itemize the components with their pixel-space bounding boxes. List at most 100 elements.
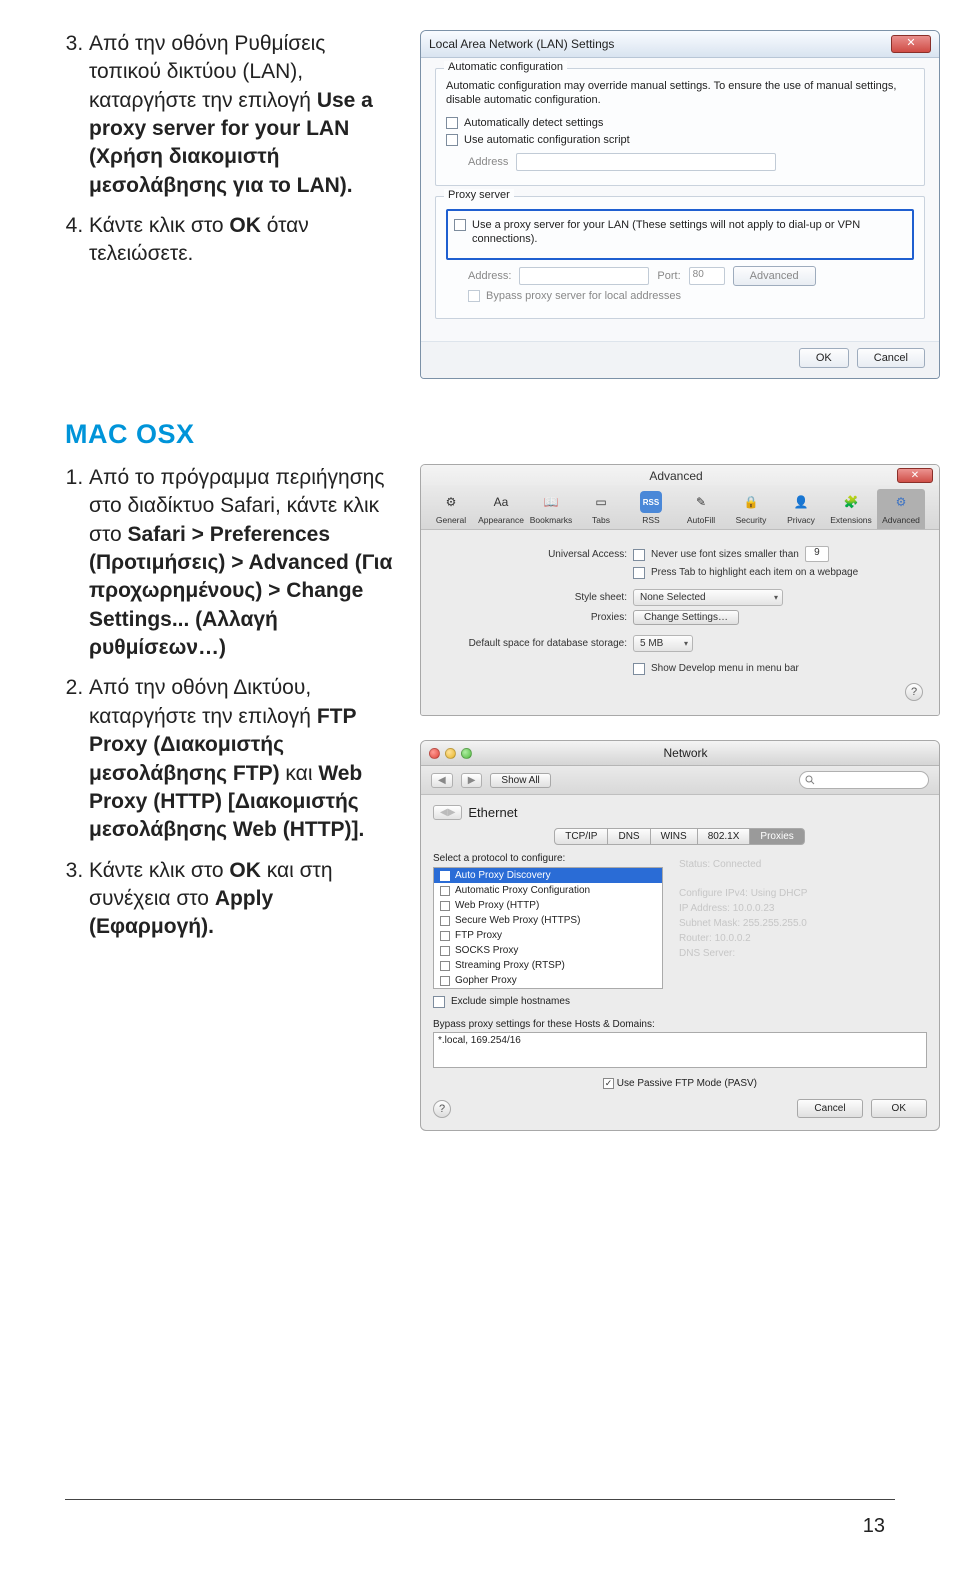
zoom-icon[interactable]: [461, 748, 472, 759]
checkbox-label: Use automatic configuration script: [464, 133, 630, 147]
protocol-item[interactable]: Auto Proxy Discovery: [434, 868, 662, 883]
db-select[interactable]: 5 MB: [633, 635, 693, 652]
tab-label: General: [436, 515, 466, 525]
tab-autofill[interactable]: ✎AutoFill: [677, 489, 725, 529]
ghost-dns: DNS Server:: [679, 946, 927, 961]
checkbox-label: Never use font sizes smaller than: [651, 549, 799, 560]
close-button[interactable]: ✕: [897, 468, 933, 483]
protocol-label: Auto Proxy Discovery: [455, 870, 551, 881]
checkbox-label: Press Tab to highlight each item on a we…: [651, 567, 858, 578]
step-bold: OK: [229, 214, 261, 237]
group-legend: Proxy server: [444, 189, 514, 201]
protocol-checkbox[interactable]: [440, 946, 450, 956]
tab-extensions[interactable]: 🧩Extensions: [827, 489, 875, 529]
close-icon[interactable]: [429, 748, 440, 759]
bypass-textarea[interactable]: *.local, 169.254/16: [433, 1032, 927, 1068]
ok-button[interactable]: OK: [799, 348, 849, 368]
checkbox-label: Use a proxy server for your LAN (These s…: [472, 218, 906, 247]
tabs-icon: ▭: [590, 491, 612, 513]
protocol-list: Auto Proxy Discovery Automatic Proxy Con…: [433, 867, 663, 989]
protocol-item[interactable]: Web Proxy (HTTP): [434, 898, 662, 913]
develop-checkbox[interactable]: [633, 663, 645, 675]
protocol-checkbox[interactable]: [440, 901, 450, 911]
protocol-item[interactable]: Secure Web Proxy (HTTPS): [434, 913, 662, 928]
protocol-item[interactable]: FTP Proxy: [434, 928, 662, 943]
help-button[interactable]: ?: [433, 1100, 451, 1118]
tab-security[interactable]: 🔒Security: [727, 489, 775, 529]
protocol-label: Web Proxy (HTTP): [455, 900, 539, 911]
autofill-icon: ✎: [690, 491, 712, 513]
cancel-button[interactable]: Cancel: [857, 348, 925, 368]
proxy-server-group: Proxy server Use a proxy server for your…: [435, 196, 925, 319]
advanced-button[interactable]: Advanced: [733, 266, 816, 286]
search-input[interactable]: [799, 771, 929, 789]
tab-8021x[interactable]: 802.1X: [697, 828, 751, 845]
network-window: Network ◀ ▶ Show All ◀▶ Ethernet TCP/IP …: [420, 740, 940, 1131]
ethernet-label: Ethernet: [468, 805, 517, 820]
script-address-input[interactable]: [516, 153, 776, 171]
fontsize-input[interactable]: 9: [805, 546, 829, 562]
tab-advanced[interactable]: ⚙Advanced: [877, 489, 925, 529]
protocol-checkbox[interactable]: [440, 886, 450, 896]
forward-button[interactable]: ▶: [461, 773, 483, 788]
minimize-icon[interactable]: [445, 748, 456, 759]
protocol-label: Gopher Proxy: [455, 975, 517, 986]
protocol-checkbox[interactable]: [440, 916, 450, 926]
step-text: Κάντε κλικ στο: [89, 214, 229, 237]
protocol-item[interactable]: SOCKS Proxy: [434, 943, 662, 958]
tab-wins[interactable]: WINS: [650, 828, 698, 845]
lan-settings-dialog: Local Area Network (LAN) Settings ✕ Auto…: [420, 30, 940, 379]
tab-rss[interactable]: RSSRSS: [627, 489, 675, 529]
use-script-checkbox[interactable]: [446, 134, 458, 146]
presstab-checkbox[interactable]: [633, 567, 645, 579]
auto-detect-checkbox[interactable]: [446, 117, 458, 129]
close-button[interactable]: ✕: [891, 35, 931, 53]
tab-general[interactable]: ⚙General: [427, 489, 475, 529]
tab-tcpip[interactable]: TCP/IP: [554, 828, 608, 845]
change-settings-button[interactable]: Change Settings…: [633, 610, 739, 625]
protocol-checkbox[interactable]: [440, 961, 450, 971]
db-label: Default space for database storage:: [437, 638, 627, 649]
tab-dns[interactable]: DNS: [607, 828, 650, 845]
protocol-checkbox[interactable]: [440, 976, 450, 986]
pasv-checkbox[interactable]: ✓: [603, 1078, 614, 1089]
cancel-button[interactable]: Cancel: [797, 1099, 862, 1118]
proxy-port-input[interactable]: 80: [689, 267, 725, 285]
tab-bookmarks[interactable]: 📖Bookmarks: [527, 489, 575, 529]
bypass-local-checkbox[interactable]: [468, 290, 480, 302]
auto-config-desc: Automatic configuration may override man…: [446, 79, 914, 108]
tab-label: Privacy: [787, 515, 815, 525]
proxy-address-input[interactable]: [519, 267, 649, 285]
checkbox-label: Automatically detect settings: [464, 116, 603, 130]
protocol-item[interactable]: Automatic Proxy Configuration: [434, 883, 662, 898]
protocol-label: Secure Web Proxy (HTTPS): [455, 915, 580, 926]
tab-privacy[interactable]: 👤Privacy: [777, 489, 825, 529]
protocol-item[interactable]: Streaming Proxy (RTSP): [434, 958, 662, 973]
show-all-button[interactable]: Show All: [490, 773, 550, 788]
checkbox-label: Show Develop menu in menu bar: [651, 663, 799, 674]
tab-proxies[interactable]: Proxies: [749, 828, 804, 845]
use-proxy-checkbox[interactable]: [454, 219, 466, 231]
back-button[interactable]: ◀: [431, 773, 453, 788]
stylesheet-select[interactable]: None Selected: [633, 589, 783, 606]
step-text: και: [280, 762, 319, 785]
proxy-port-label: Port:: [657, 270, 680, 282]
tab-tabs[interactable]: ▭Tabs: [577, 489, 625, 529]
tab-appearance[interactable]: AaAppearance: [477, 489, 525, 529]
group-legend: Automatic configuration: [444, 61, 567, 73]
ghost-ip: IP Address: 10.0.0.23: [679, 901, 927, 916]
help-button[interactable]: ?: [905, 683, 923, 701]
ok-button[interactable]: OK: [871, 1099, 927, 1118]
protocol-item[interactable]: Gopher Proxy: [434, 973, 662, 988]
eth-nav[interactable]: ◀▶: [433, 805, 462, 820]
checkbox-label: Bypass proxy server for local addresses: [486, 289, 681, 303]
protocol-checkbox[interactable]: [440, 871, 450, 881]
macosx-heading: MAC OSX: [65, 419, 905, 450]
fontsize-checkbox[interactable]: [633, 549, 645, 561]
tab-label: Advanced: [882, 515, 920, 525]
use-script-row: Use automatic configuration script: [446, 133, 914, 147]
protocol-checkbox[interactable]: [440, 931, 450, 941]
ghost-config: Configure IPv4: Using DHCP: [679, 886, 927, 901]
bypass-label: Bypass proxy settings for these Hosts & …: [433, 1019, 927, 1030]
exclude-hostnames-checkbox[interactable]: [433, 996, 445, 1008]
